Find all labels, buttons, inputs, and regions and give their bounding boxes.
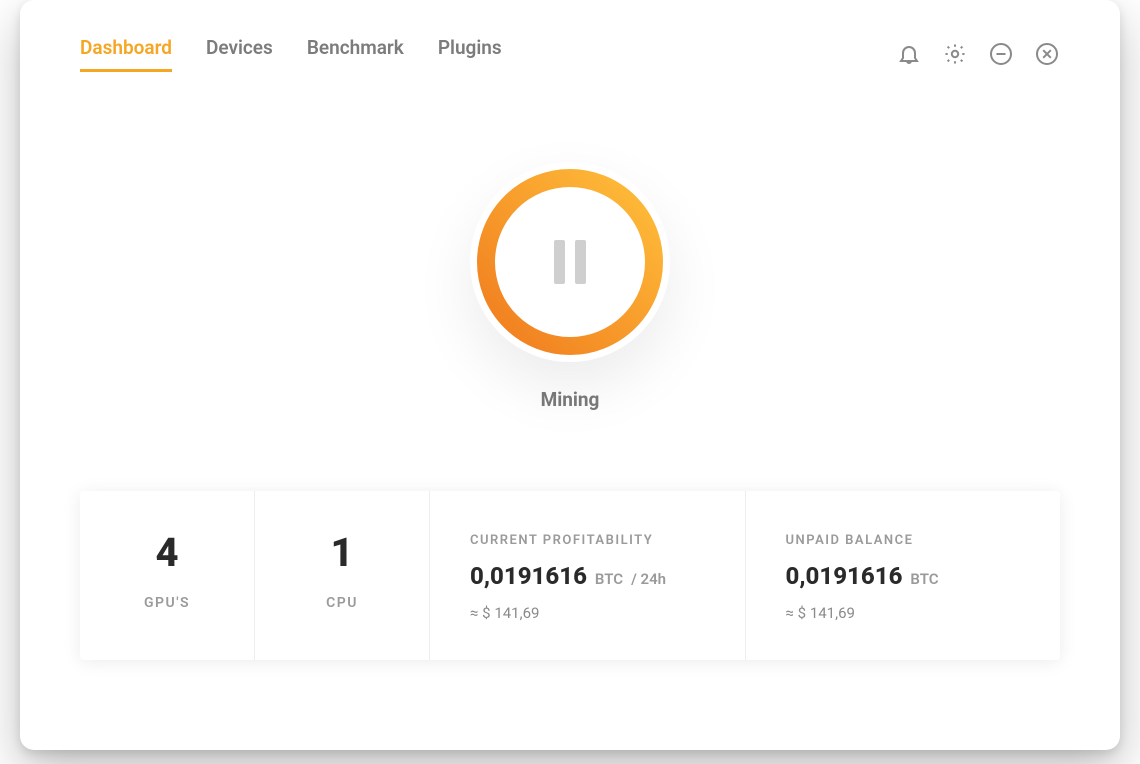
tab-benchmark[interactable]: Benchmark (307, 36, 404, 72)
profitability-value: 0,0191616 (470, 562, 587, 590)
profitability-value-line: 0,0191616 BTC / 24h (470, 562, 705, 590)
tab-plugins[interactable]: Plugins (438, 36, 502, 72)
balance-approx: ≈ $ 141,69 (786, 604, 1021, 622)
profitability-approx: ≈ $ 141,69 (470, 604, 705, 622)
stat-balance: UNPAID BALANCE 0,0191616 BTC ≈ $ 141,69 (746, 491, 1061, 660)
close-icon (1035, 42, 1059, 66)
gear-icon (943, 42, 967, 66)
gpu-label: GPU'S (120, 595, 214, 611)
topbar-icons (896, 41, 1060, 67)
balance-value-line: 0,0191616 BTC (786, 562, 1021, 590)
minimize-button[interactable] (988, 41, 1014, 67)
app-window: Dashboard Devices Benchmark Plugins (20, 0, 1120, 750)
stat-gpu: 4 GPU'S (80, 491, 255, 660)
stat-cpu: 1 CPU (255, 491, 430, 660)
balance-title: UNPAID BALANCE (786, 533, 1021, 548)
profitability-per: / 24h (631, 570, 666, 588)
gpu-count: 4 (120, 533, 214, 573)
profitability-unit: BTC (595, 570, 623, 588)
stat-profitability: CURRENT PROFITABILITY 0,0191616 BTC / 24… (430, 491, 746, 660)
balance-unit: BTC (910, 570, 938, 588)
stats-row: 4 GPU'S 1 CPU CURRENT PROFITABILITY 0,01… (80, 491, 1060, 660)
cpu-label: CPU (295, 595, 389, 611)
settings-button[interactable] (942, 41, 968, 67)
topbar: Dashboard Devices Benchmark Plugins (20, 0, 1120, 72)
notifications-button[interactable] (896, 41, 922, 67)
mining-control: Mining (20, 162, 1120, 411)
minimize-icon (989, 42, 1013, 66)
mining-toggle-button[interactable] (470, 162, 670, 362)
mining-status-label: Mining (541, 388, 600, 411)
profitability-title: CURRENT PROFITABILITY (470, 533, 705, 548)
tab-bar: Dashboard Devices Benchmark Plugins (80, 36, 502, 72)
tab-devices[interactable]: Devices (206, 36, 273, 72)
cpu-count: 1 (295, 533, 389, 573)
pause-icon (554, 240, 586, 284)
tab-dashboard[interactable]: Dashboard (80, 36, 172, 72)
bell-icon (897, 42, 921, 66)
close-button[interactable] (1034, 41, 1060, 67)
balance-value: 0,0191616 (786, 562, 903, 590)
